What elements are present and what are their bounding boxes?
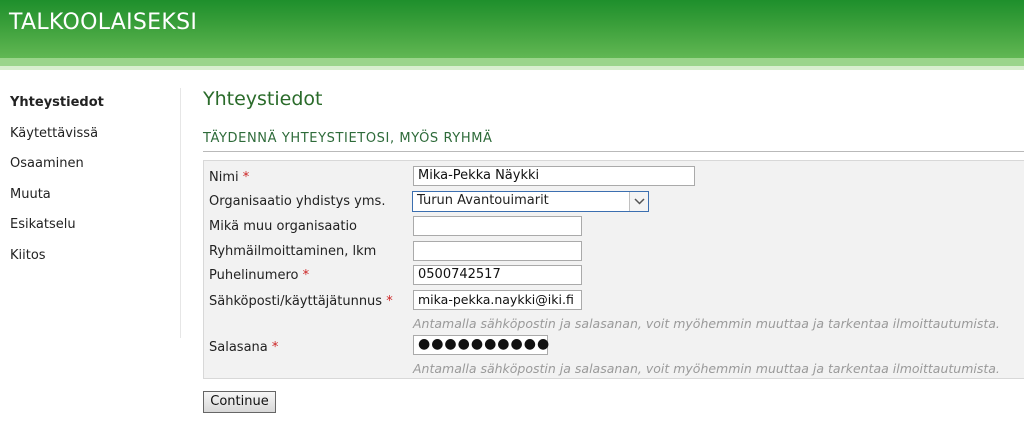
section-divider	[203, 151, 1024, 152]
contact-form: Nimi * Mika-Pekka Näykki Organisaatio yh…	[203, 160, 1024, 379]
organization-select[interactable]: Turun Avantouimarit	[412, 191, 649, 212]
password-label-text: Salasana	[209, 340, 268, 355]
name-input[interactable]: Mika-Pekka Näykki	[413, 166, 695, 186]
name-label: Nimi *	[209, 170, 249, 185]
sidebar-item-muuta[interactable]: Muuta	[0, 180, 180, 211]
email-label-text: Sähköposti/käyttäjätunnus	[209, 294, 383, 309]
site-title: TALKOOLAISEKSI	[9, 10, 198, 35]
sidebar-item-kiitos[interactable]: Kiitos	[0, 241, 180, 272]
organization-select-value: Turun Avantouimarit	[417, 193, 549, 208]
sidebar-item-esikatselu[interactable]: Esikatselu	[0, 210, 180, 241]
header-banner: TALKOOLAISEKSI	[0, 0, 1024, 70]
password-input[interactable]: ●●●●●●●●●●	[413, 335, 549, 355]
email-label: Sähköposti/käyttäjätunnus *	[209, 294, 393, 309]
phone-label-text: Puhelinumero	[209, 268, 299, 283]
sidebar-item-osaaminen[interactable]: Osaaminen	[0, 149, 180, 180]
phone-input[interactable]: 0500742517	[413, 265, 582, 285]
chevron-down-icon[interactable]	[629, 192, 648, 211]
password-label: Salasana *	[209, 340, 278, 355]
email-input[interactable]: mika-pekka.naykki@iki.fi	[413, 290, 582, 310]
password-required-marker: *	[271, 340, 279, 355]
section-title: TÄYDENNÄ YHTEYSTIETOSI, MYÖS RYHMÄ	[203, 131, 493, 146]
email-hint: Antamalla sähköpostin ja salasanan, voit…	[413, 316, 1000, 331]
header-stripe-light	[0, 66, 1024, 70]
name-required-marker: *	[242, 170, 250, 185]
password-hint: Antamalla sähköpostin ja salasanan, voit…	[413, 361, 1000, 376]
sidebar-item-yhteystiedot[interactable]: Yhteystiedot	[0, 88, 180, 119]
group-count-label: Ryhmäilmoittaminen, lkm	[209, 244, 377, 259]
sidebar-nav: Yhteystiedot Käytettävissä Osaaminen Muu…	[0, 88, 180, 271]
header-stripe	[0, 58, 1024, 66]
organization-label: Organisaatio yhdistys yms.	[209, 194, 386, 209]
sidebar-divider	[180, 88, 181, 338]
other-org-input[interactable]	[413, 216, 582, 236]
page-title: Yhteystiedot	[203, 88, 323, 110]
name-label-text: Nimi	[209, 170, 239, 185]
phone-label: Puhelinumero *	[209, 268, 309, 283]
group-count-input[interactable]	[413, 241, 582, 261]
email-required-marker: *	[386, 294, 393, 309]
sidebar-item-kaytettavissa[interactable]: Käytettävissä	[0, 119, 180, 150]
continue-button[interactable]: Continue	[203, 391, 276, 413]
phone-required-marker: *	[302, 268, 310, 283]
other-org-label: Mikä muu organisaatio	[209, 219, 358, 234]
